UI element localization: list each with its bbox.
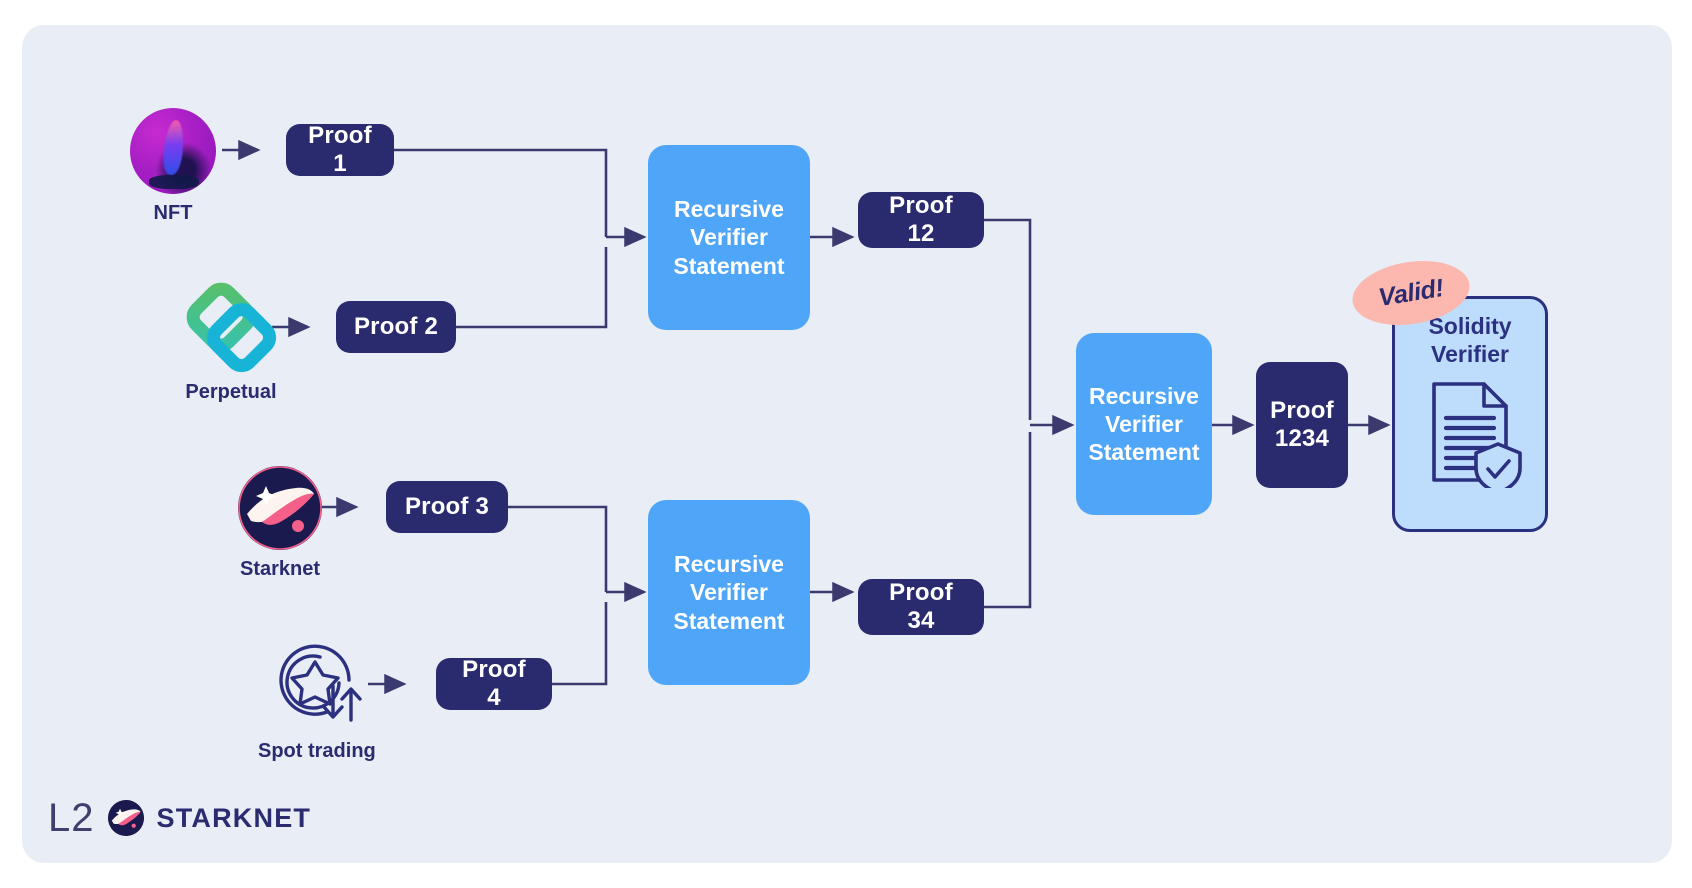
starknet-wordmark: STARKNET xyxy=(156,802,312,833)
starknet-logo-icon xyxy=(107,800,144,836)
proof-2-label: Proof 2 xyxy=(353,313,439,341)
layer-label: L2 xyxy=(48,796,95,840)
rvs-final-line2: Verifier xyxy=(1105,410,1183,437)
source-perpetual-label: Perpetual xyxy=(185,381,277,403)
rvs-final-line1: Recursive xyxy=(1089,382,1199,409)
solidity-verifier-title-line2: Verifier xyxy=(1431,340,1509,367)
proof-4-label: Proof 4 xyxy=(462,656,526,711)
source-starknet-label: Starknet xyxy=(239,558,321,580)
nft-icon xyxy=(130,108,216,194)
proof-1234-line1: Proof xyxy=(1270,397,1334,425)
source-starknet: Starknet xyxy=(238,466,322,581)
rvs-top-line2: Verifier xyxy=(690,224,768,251)
rvs-bottom-line2: Verifier xyxy=(690,579,768,606)
perpetual-icon xyxy=(185,281,277,373)
recursive-verifier-statement-bottom[interactable]: Recursive Verifier Statement xyxy=(648,500,810,685)
proof-4-box[interactable]: Proof 4 xyxy=(436,656,552,711)
proof-3-label: Proof 3 xyxy=(404,493,490,521)
proof-1-label: Proof 1 xyxy=(308,122,372,177)
starknet-icon xyxy=(238,466,322,550)
source-nft-label: NFT xyxy=(153,202,193,224)
solidity-verifier-box[interactable]: Solidity Verifier xyxy=(1392,296,1548,532)
proof-1-box[interactable]: Proof 1 xyxy=(286,122,394,177)
proof-1234-line2: 1234 xyxy=(1274,425,1330,452)
proof-34-label: Proof 34 xyxy=(889,579,953,634)
rvs-bottom-line1: Recursive xyxy=(674,551,784,578)
recursive-verifier-statement-final[interactable]: Recursive Verifier Statement xyxy=(1076,333,1212,515)
recursive-verifier-statement-top[interactable]: Recursive Verifier Statement xyxy=(648,145,810,330)
proof-12-box[interactable]: Proof 12 xyxy=(858,192,984,248)
diagram-canvas: NFT Perpetual Starknet Spot trading Proo… xyxy=(0,0,1692,888)
document-shield-check-icon xyxy=(1414,376,1526,495)
rvs-top-line1: Recursive xyxy=(674,196,784,223)
rvs-final-line3: Statement xyxy=(1088,439,1200,466)
rvs-top-line3: Statement xyxy=(673,252,785,279)
proof-34-box[interactable]: Proof 34 xyxy=(858,579,984,635)
proof-2-box[interactable]: Proof 2 xyxy=(336,301,456,353)
rvs-bottom-line3: Statement xyxy=(673,607,785,634)
proof-3-box[interactable]: Proof 3 xyxy=(386,481,508,533)
proof-12-label: Proof 12 xyxy=(889,192,953,247)
source-perpetual: Perpetual xyxy=(185,281,277,404)
source-nft: NFT xyxy=(130,108,216,225)
source-spot-trading-label: Spot trading xyxy=(258,740,376,762)
proof-1234-box[interactable]: Proof 1234 xyxy=(1256,362,1348,488)
footer-branding: L2 STARKNET xyxy=(48,798,311,838)
spot-trading-icon xyxy=(265,628,369,732)
source-spot-trading: Spot trading xyxy=(258,628,376,763)
